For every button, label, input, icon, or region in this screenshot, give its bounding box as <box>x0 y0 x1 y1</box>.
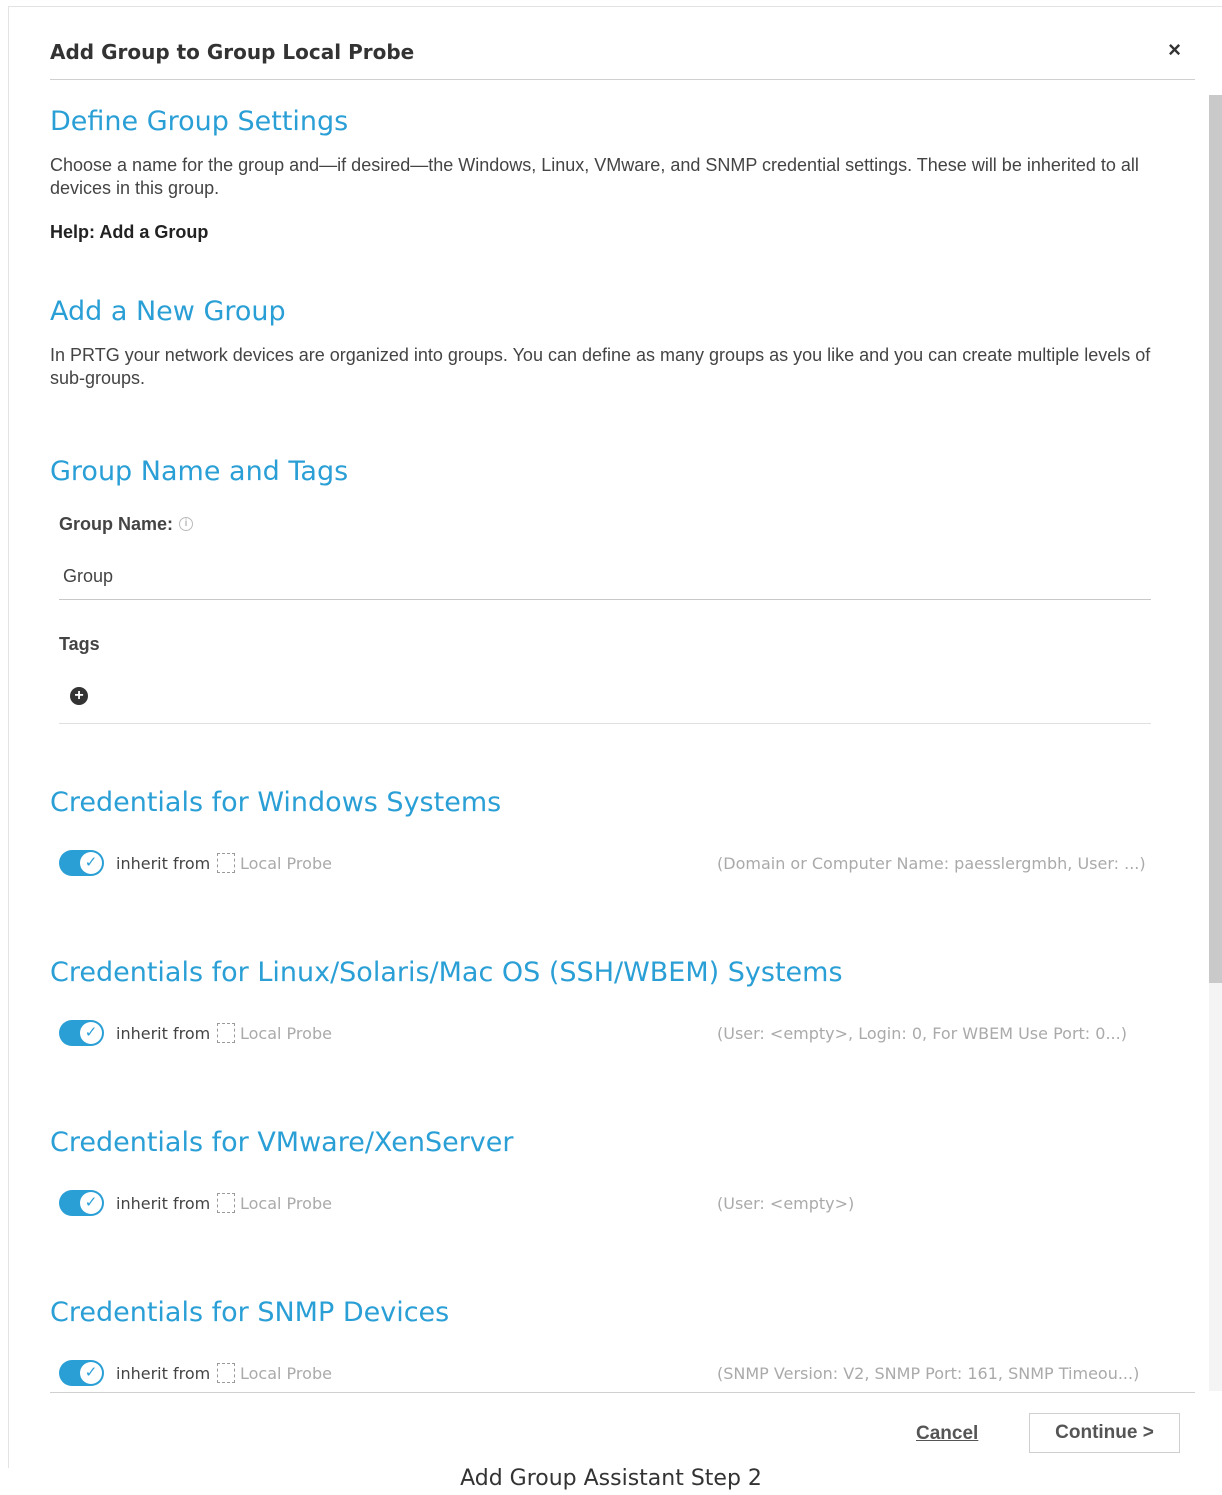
vmware-credential-info: (User: <empty>) <box>717 1194 855 1213</box>
probe-name[interactable]: Local Probe <box>240 1364 332 1383</box>
probe-icon <box>217 1023 235 1043</box>
vmware-inherit-toggle[interactable]: ✓ <box>59 1190 104 1216</box>
snmp-inherit-toggle[interactable]: ✓ <box>59 1360 104 1386</box>
group-name-tags-title: Group Name and Tags <box>50 456 349 487</box>
snmp-credentials-row: ✓ inherit from Local Probe (SNMP Version… <box>59 1358 1159 1390</box>
check-icon: ✓ <box>80 1362 102 1384</box>
probe-name[interactable]: Local Probe <box>240 854 332 873</box>
inherit-from-label: inherit from <box>116 1364 211 1383</box>
inherit-from-label: inherit from <box>116 854 211 873</box>
probe-name[interactable]: Local Probe <box>240 1194 332 1213</box>
check-icon: ✓ <box>80 1192 102 1214</box>
info-icon[interactable]: i <box>179 517 194 531</box>
linux-inherit-toggle[interactable]: ✓ <box>59 1020 104 1046</box>
add-tag-icon[interactable]: + <box>70 687 88 705</box>
add-new-group-description: In PRTG your network devices are organiz… <box>50 345 1151 388</box>
dialog-footer: Cancel Continue > <box>50 1392 1195 1469</box>
add-new-group-title: Add a New Group <box>50 296 286 327</box>
windows-credentials-row: ✓ inherit from Local Probe (Domain or Co… <box>59 848 1159 880</box>
add-group-dialog: Add Group to Group Local Probe × Define … <box>8 6 1222 1468</box>
linux-credential-info: (User: <empty>, Login: 0, For WBEM Use P… <box>717 1024 1127 1043</box>
inherit-from-label: inherit from <box>116 1024 211 1043</box>
scrollbar-thumb[interactable] <box>1209 95 1222 983</box>
probe-icon <box>217 853 235 873</box>
tags-label: Tags <box>59 634 100 654</box>
windows-inherit-toggle[interactable]: ✓ <box>59 850 104 876</box>
tags-field[interactable]: + <box>59 674 1151 724</box>
define-settings-title: Define Group Settings <box>50 106 349 137</box>
cancel-button[interactable]: Cancel <box>916 1423 978 1445</box>
snmp-credentials-title: Credentials for SNMP Devices <box>50 1297 450 1328</box>
group-name-field[interactable] <box>59 556 1151 600</box>
windows-credential-info: (Domain or Computer Name: paesslergmbh, … <box>717 854 1146 873</box>
check-icon: ✓ <box>80 1022 102 1044</box>
probe-icon <box>217 1193 235 1213</box>
figure-caption: Add Group Assistant Step 2 <box>460 1466 762 1491</box>
group-name-input[interactable] <box>59 556 1151 596</box>
linux-credentials-row: ✓ inherit from Local Probe (User: <empty… <box>59 1018 1159 1050</box>
dialog-header: Add Group to Group Local Probe × <box>50 7 1195 80</box>
continue-button[interactable]: Continue > <box>1029 1413 1180 1453</box>
close-icon[interactable]: × <box>1168 39 1181 61</box>
check-icon: ✓ <box>80 852 102 874</box>
group-name-label: Group Name: i <box>59 514 194 535</box>
probe-icon <box>217 1363 235 1383</box>
vmware-credentials-title: Credentials for VMware/XenServer <box>50 1127 514 1158</box>
group-name-label-text: Group Name: <box>59 514 174 534</box>
define-settings-description: Choose a name for the group and—if desir… <box>50 155 1139 198</box>
windows-credentials-title: Credentials for Windows Systems <box>50 787 502 818</box>
help-link[interactable]: Help: Add a Group <box>50 222 208 243</box>
inherit-from-label: inherit from <box>116 1194 211 1213</box>
linux-credentials-title: Credentials for Linux/Solaris/Mac OS (SS… <box>50 957 843 988</box>
probe-name[interactable]: Local Probe <box>240 1024 332 1043</box>
dialog-title: Add Group to Group Local Probe <box>50 40 415 64</box>
snmp-credential-info: (SNMP Version: V2, SNMP Port: 161, SNMP … <box>717 1364 1140 1383</box>
vmware-credentials-row: ✓ inherit from Local Probe (User: <empty… <box>59 1188 1159 1220</box>
